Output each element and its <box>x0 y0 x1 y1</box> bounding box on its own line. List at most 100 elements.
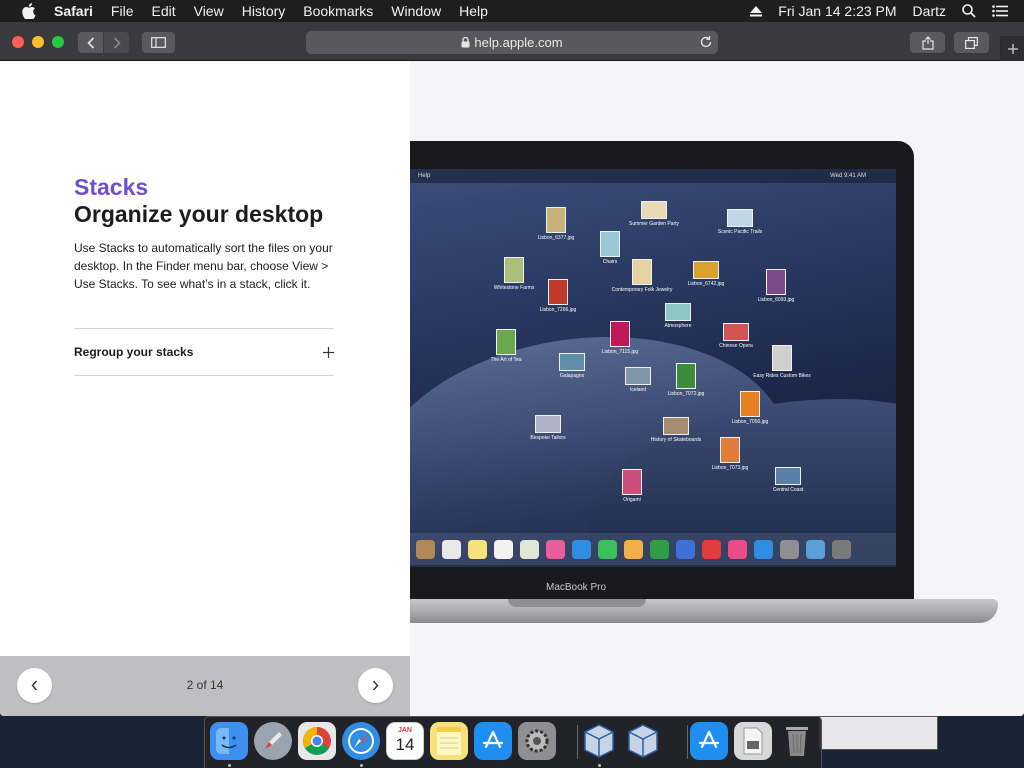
address-bar-url: help.apple.com <box>474 35 563 50</box>
share-button[interactable] <box>910 32 945 53</box>
trash-icon[interactable] <box>778 722 816 760</box>
menu-view[interactable]: View <box>194 3 224 19</box>
calendar-day: 14 <box>395 735 415 754</box>
background-window[interactable] <box>818 716 938 750</box>
expand-plus-icon[interactable] <box>323 346 334 358</box>
illustration-dock-app-icon <box>676 539 695 559</box>
finder-icon[interactable] <box>210 722 248 760</box>
forward-button[interactable] <box>104 32 129 53</box>
system-preferences-icon[interactable] <box>518 722 556 760</box>
file-caption: Chinese Opera <box>719 343 753 349</box>
file-thumbnail <box>727 209 753 227</box>
file-caption: The Art of Tea <box>490 357 522 363</box>
illustration-dock-app-icon <box>728 539 747 559</box>
illustration-panel: Help Wed 9:41 AM Lisbon_6377.jpg Chairs Su… <box>410 61 1024 716</box>
menu-app-name[interactable]: Safari <box>54 3 93 19</box>
desktop-file-item: Easy Rides Custom Bikes <box>752 345 812 379</box>
file-thumbnail <box>775 467 801 485</box>
show-all-tabs-button[interactable] <box>954 32 989 53</box>
macbook-notch <box>508 599 646 607</box>
file-thumbnail <box>559 353 585 371</box>
menu-edit[interactable]: Edit <box>151 3 175 19</box>
illustration-dock-app-icon <box>416 539 435 559</box>
safari-icon[interactable] <box>342 722 380 760</box>
launchpad-icon[interactable] <box>254 722 292 760</box>
menubar-user[interactable]: Dartz <box>913 3 946 19</box>
file-thumbnail <box>535 415 561 433</box>
illustration-menubar: Help Wed 9:41 AM <box>410 169 896 183</box>
menu-bookmarks[interactable]: Bookmarks <box>303 3 373 19</box>
desktop-file-item: Galapagos <box>542 353 602 379</box>
file-caption: Lisbon_7073.jpg <box>711 465 749 471</box>
file-caption: Lisbon_6742.jpg <box>687 281 725 287</box>
device-label: MacBook Pro <box>545 582 607 593</box>
desktop-file-item: Lisbon_7073.jpg <box>700 437 760 471</box>
chevron-right-icon <box>113 36 121 49</box>
fullscreen-window-button[interactable] <box>52 36 64 48</box>
sidebar-toggle-button[interactable] <box>142 32 175 53</box>
illustration-dock <box>410 533 896 565</box>
chrome-icon[interactable] <box>298 722 336 760</box>
menubar-clock[interactable]: Fri Jan 14 2:23 PM <box>778 3 896 19</box>
file-thumbnail <box>665 303 691 321</box>
app-store-icon[interactable] <box>474 722 512 760</box>
safari-window: help.apple.com Stacks Organize your desk… <box>0 22 1024 716</box>
virtualbox-icon[interactable] <box>580 722 618 760</box>
running-app-indicator <box>598 764 601 767</box>
back-button[interactable] <box>78 32 103 53</box>
browser-toolbar: help.apple.com <box>0 22 1024 61</box>
file-caption: Scenic Pacific Trails <box>717 229 763 235</box>
chevron-left-icon <box>86 36 94 49</box>
file-caption: Bespoke Tailors <box>530 435 566 441</box>
documents-icon[interactable] <box>734 722 772 760</box>
file-thumbnail <box>641 201 667 219</box>
dock-separator <box>577 725 578 759</box>
notification-center-icon[interactable] <box>992 5 1008 17</box>
file-thumbnail <box>676 363 696 389</box>
desktop-file-item: Summer Garden Party <box>624 201 684 227</box>
menu-file[interactable]: File <box>111 3 134 19</box>
illustration-dock-app-icon <box>650 539 669 559</box>
running-app-indicator <box>360 764 363 767</box>
share-icon <box>921 35 934 50</box>
new-tab-button[interactable] <box>1000 36 1024 61</box>
menu-window[interactable]: Window <box>391 3 441 19</box>
minimize-window-button[interactable] <box>32 36 44 48</box>
file-thumbnail <box>548 279 568 305</box>
notes-icon[interactable] <box>430 722 468 760</box>
address-bar[interactable]: help.apple.com <box>306 31 718 54</box>
file-caption: Iceland <box>629 387 647 393</box>
menu-help[interactable]: Help <box>459 3 488 19</box>
page-count: 2 of 14 <box>186 678 224 692</box>
desktop-file-item: Lisbon_6377.jpg <box>526 207 586 241</box>
illustration-dock-app-icon <box>598 539 617 559</box>
desktop-file-item: Central Coast <box>758 467 818 493</box>
desktop-file-item: History of Skateboards <box>646 417 706 443</box>
eject-icon[interactable] <box>750 5 763 17</box>
spotlight-search-icon[interactable] <box>962 4 976 18</box>
file-thumbnail <box>693 261 719 279</box>
reload-icon[interactable] <box>699 35 713 49</box>
file-caption: Summer Garden Party <box>628 221 680 227</box>
running-app-indicator <box>228 764 231 767</box>
regroup-stacks-accordion[interactable]: Regroup your stacks <box>74 329 334 375</box>
desktop-file-item: The Art of Tea <box>476 329 536 363</box>
calendar-icon[interactable]: JAN 14 <box>386 722 424 760</box>
virtualbox-vm-icon[interactable] <box>624 722 662 760</box>
guide-text-panel: Stacks Organize your desktop Use Stacks … <box>0 61 410 716</box>
desktop-file-item: Contemporary Folk Jewelry <box>612 259 672 293</box>
file-caption: Galapagos <box>559 373 585 379</box>
app-store-downloads-icon[interactable] <box>690 722 728 760</box>
apple-menu-icon[interactable] <box>20 3 38 19</box>
desktop-file-item: Bespoke Tailors <box>518 415 578 441</box>
file-thumbnail <box>766 269 786 295</box>
sidebar-icon <box>151 37 166 48</box>
accordion-label: Regroup your stacks <box>74 345 194 359</box>
illustration-dock-app-icon <box>832 539 851 559</box>
file-thumbnail <box>504 257 524 283</box>
menu-history[interactable]: History <box>242 3 286 19</box>
desktop-file-item: Atmosphere <box>648 303 708 329</box>
page-body-text: Use Stacks to automatically sort the fil… <box>74 241 333 291</box>
close-window-button[interactable] <box>12 36 24 48</box>
next-page-button[interactable] <box>358 668 393 703</box>
